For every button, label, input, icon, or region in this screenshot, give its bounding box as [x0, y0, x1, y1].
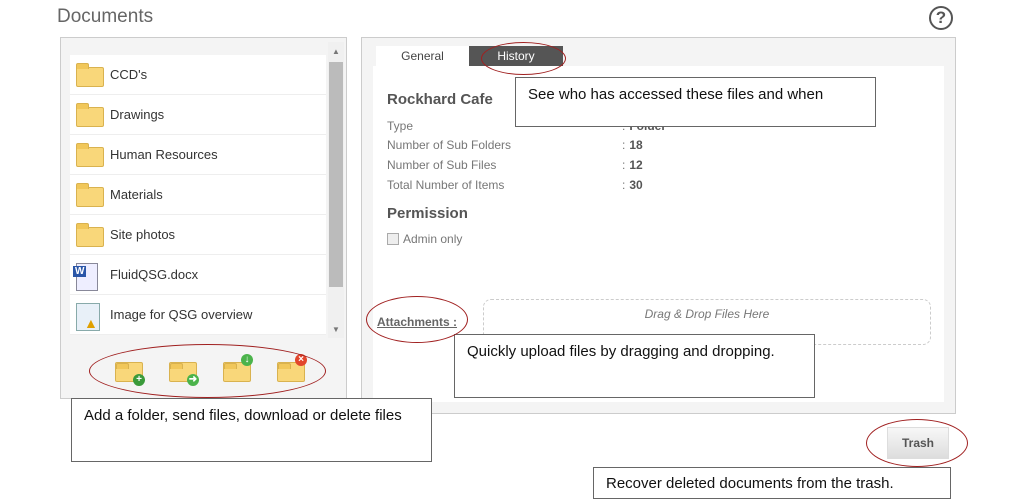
folder-icon: [76, 143, 104, 167]
scrollbar-thumb[interactable]: [329, 62, 343, 287]
checkbox-icon[interactable]: [387, 233, 399, 245]
field-label: Total Number of Items: [387, 178, 505, 192]
scroll-down-icon[interactable]: ▼: [332, 325, 340, 334]
permission-heading: Permission: [387, 205, 468, 222]
list-item[interactable]: Site photos: [70, 215, 326, 255]
folder-icon: [76, 223, 104, 247]
folder-icon: [76, 103, 104, 127]
callout-trash: Recover deleted documents from the trash…: [593, 467, 951, 499]
list-item[interactable]: CCD's: [70, 55, 326, 95]
field-label: Type: [387, 119, 414, 133]
image-warning-icon: ▲: [76, 302, 104, 331]
field-value: :30: [622, 178, 643, 192]
folder-icon: [76, 63, 104, 87]
list-item[interactable]: Human Resources: [70, 135, 326, 175]
list-item[interactable]: ▲ Image for QSG overview: [70, 295, 326, 335]
item-label: CCD's: [110, 67, 148, 82]
annotation-oval: [89, 344, 326, 398]
field-label: Number of Sub Folders: [387, 138, 512, 152]
list-item[interactable]: W FluidQSG.docx: [70, 255, 326, 295]
field-label: Number of Sub Files: [387, 158, 497, 172]
item-label: Site photos: [110, 227, 176, 242]
page-title: Documents: [57, 6, 154, 27]
list-item[interactable]: Drawings: [70, 95, 326, 135]
item-label: Materials: [110, 187, 163, 202]
callout-history: See who has accessed these files and whe…: [515, 77, 876, 127]
list-item[interactable]: Materials: [70, 175, 326, 215]
item-label: FluidQSG.docx: [110, 267, 199, 282]
field-value: :18: [622, 138, 643, 152]
annotation-oval: [366, 296, 468, 343]
folder-name: Rockhard Cafe: [387, 91, 493, 108]
admin-only-label: Admin only: [403, 232, 463, 246]
tab-general[interactable]: General: [376, 46, 469, 66]
item-label: Drawings: [110, 107, 165, 122]
help-icon[interactable]: ?: [929, 6, 953, 30]
callout-upload: Quickly upload files by dragging and dro…: [454, 334, 815, 398]
folder-icon: [76, 183, 104, 207]
field-value: :12: [622, 158, 643, 172]
annotation-oval: [481, 42, 566, 75]
annotation-oval: [866, 419, 968, 467]
scroll-up-icon[interactable]: ▲: [332, 47, 340, 56]
word-doc-icon: W: [73, 262, 104, 291]
file-list: CCD's Drawings Human Resources Materials…: [70, 55, 326, 335]
admin-only-checkbox[interactable]: Admin only: [387, 232, 462, 246]
item-label: Image for QSG overview: [110, 307, 253, 322]
item-label: Human Resources: [110, 147, 218, 162]
callout-toolbar: Add a folder, send files, download or de…: [71, 398, 432, 462]
